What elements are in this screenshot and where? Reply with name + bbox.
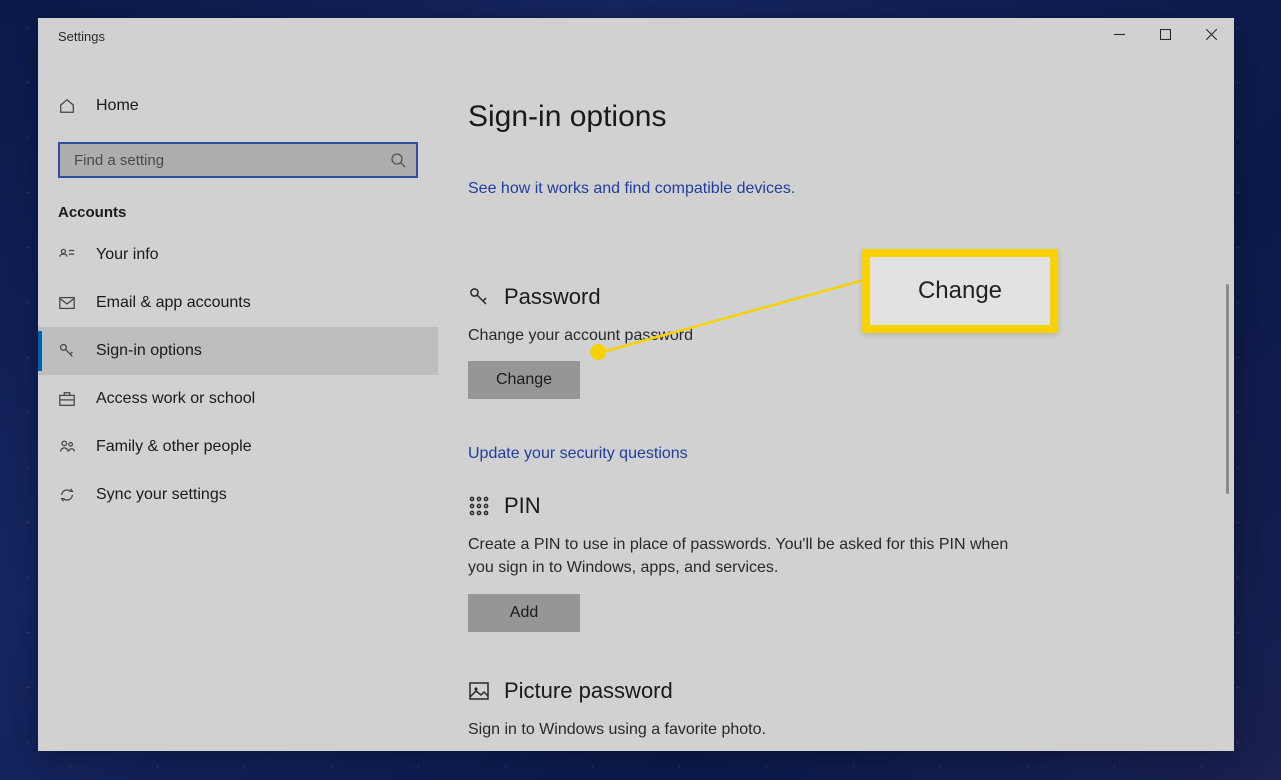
briefcase-icon [58, 390, 76, 408]
callout-dot [590, 344, 606, 360]
password-section-head: Password [468, 284, 1194, 310]
add-pin-button[interactable]: Add [468, 594, 580, 632]
change-password-button[interactable]: Change [468, 361, 580, 399]
compatible-devices-link[interactable]: See how it works and find compatible dev… [468, 180, 795, 198]
picture-password-heading: Picture password [504, 678, 673, 704]
people-icon [58, 438, 76, 456]
sidebar-item-your-info[interactable]: Your info [38, 231, 438, 279]
titlebar: Settings [38, 18, 1234, 54]
picture-password-body: Sign in to Windows using a favorite phot… [468, 718, 1028, 741]
sidebar-item-label: Email & app accounts [96, 294, 251, 312]
content: Sign-in options See how it works and fin… [438, 54, 1234, 751]
home-icon [58, 97, 76, 115]
scrollbar-thumb[interactable] [1226, 284, 1229, 494]
sidebar-item-label: Access work or school [96, 390, 255, 408]
minimize-button[interactable] [1096, 18, 1142, 50]
sidebar-item-email-apps[interactable]: Email & app accounts [38, 279, 438, 327]
sidebar: Home Accounts Your info [38, 54, 438, 751]
sidebar-item-sync[interactable]: Sync your settings [38, 471, 438, 519]
sidebar-home-label: Home [96, 97, 139, 115]
search-icon [390, 152, 406, 168]
keypad-icon [468, 495, 490, 517]
sidebar-item-family[interactable]: Family & other people [38, 423, 438, 471]
maximize-button[interactable] [1142, 18, 1188, 50]
window-buttons [1096, 18, 1234, 50]
sidebar-item-label: Family & other people [96, 438, 252, 456]
password-heading: Password [504, 284, 601, 310]
search-wrap [58, 142, 418, 178]
sync-icon [58, 486, 76, 504]
sidebar-item-label: Your info [96, 246, 159, 264]
pin-heading: PIN [504, 493, 541, 519]
key-icon [58, 342, 76, 360]
picture-icon [468, 680, 490, 702]
sidebar-item-sign-in[interactable]: Sign-in options [38, 327, 438, 375]
picture-password-section-head: Picture password [468, 678, 1194, 704]
settings-window: Settings Home [38, 18, 1234, 751]
close-button[interactable] [1188, 18, 1234, 50]
key-icon [468, 286, 490, 308]
page-title: Sign-in options [468, 100, 1194, 134]
sidebar-group-label: Accounts [38, 178, 438, 231]
security-questions-link[interactable]: Update your security questions [468, 445, 688, 463]
sidebar-home[interactable]: Home [38, 84, 438, 128]
pin-section-head: PIN [468, 493, 1194, 519]
callout-label: Change [918, 277, 1002, 305]
search-input[interactable] [58, 142, 418, 178]
pin-body: Create a PIN to use in place of password… [468, 533, 1028, 579]
sidebar-item-work-school[interactable]: Access work or school [38, 375, 438, 423]
person-card-icon [58, 246, 76, 264]
sidebar-nav-list: Your info Email & app accounts Sign-in o… [38, 231, 438, 519]
sidebar-item-label: Sync your settings [96, 486, 227, 504]
sidebar-item-label: Sign-in options [96, 342, 202, 360]
mail-icon [58, 294, 76, 312]
window-title: Settings [58, 29, 105, 44]
callout-change-button: Change [862, 249, 1058, 333]
